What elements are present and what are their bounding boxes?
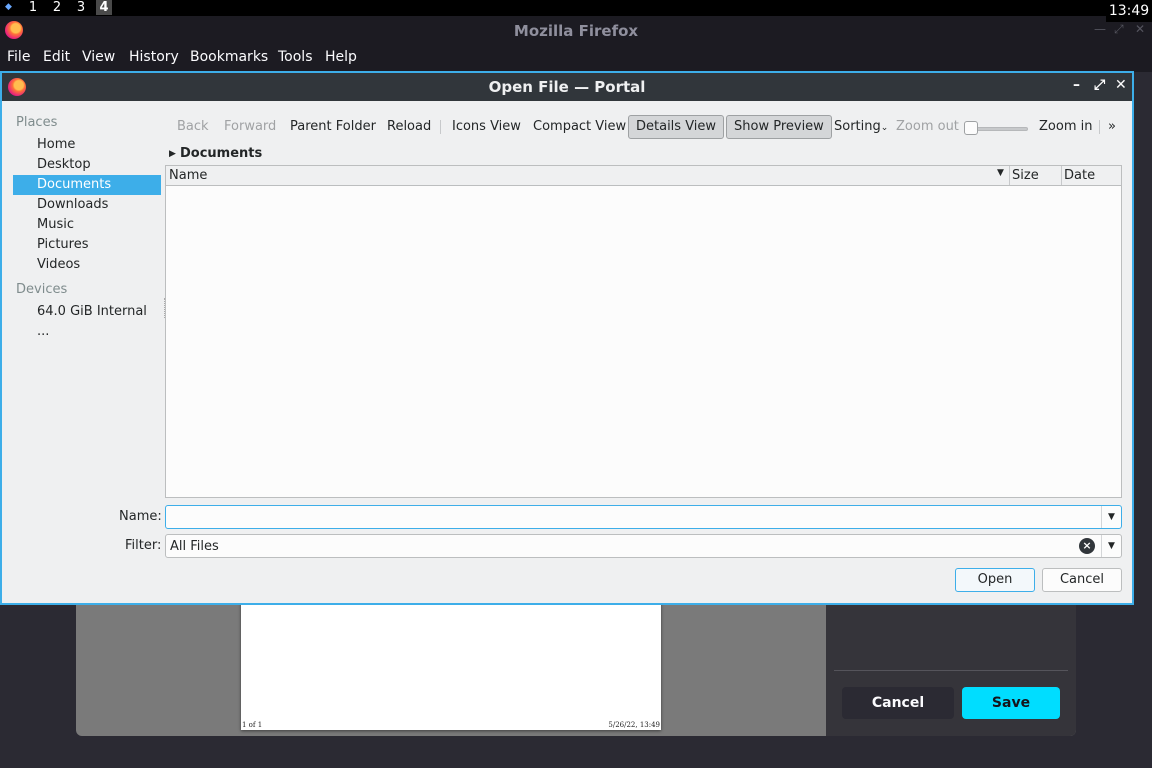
device-internal-drive[interactable]: 64.0 GiB Internal ... xyxy=(13,302,161,339)
more-tools-button[interactable]: » xyxy=(1101,115,1123,139)
place-videos[interactable]: Videos xyxy=(13,255,161,275)
close-icon[interactable]: ✕ xyxy=(1135,22,1145,36)
minimize-icon[interactable]: – xyxy=(1073,77,1080,93)
breadcrumb[interactable]: Documents xyxy=(180,146,262,161)
toolbar-separator xyxy=(1099,120,1100,134)
firefox-window-title: Mozilla Firefox xyxy=(513,22,639,40)
open-file-dialog: Open File — Portal – ⤢ ✕ Places Home Des… xyxy=(0,71,1134,605)
column-name[interactable]: Name xyxy=(166,166,207,186)
filter-combobox[interactable]: × ▼ xyxy=(165,534,1122,558)
column-date[interactable]: Date xyxy=(1061,166,1095,186)
page-footer-right: 5/26/22, 13:49 xyxy=(608,721,660,729)
dialog-titlebar: Open File — Portal – ⤢ ✕ xyxy=(2,73,1132,101)
icons-view-button[interactable]: Icons View xyxy=(445,115,528,139)
name-combobox[interactable]: ▼ xyxy=(165,505,1122,529)
maximize-icon[interactable]: ⤢ xyxy=(1094,77,1105,93)
menu-view[interactable]: View xyxy=(82,49,115,65)
filter-label: Filter: xyxy=(125,538,162,553)
menu-file[interactable]: File xyxy=(7,49,30,65)
chevron-down-icon[interactable]: ▼ xyxy=(1101,506,1121,528)
workspace-3[interactable]: 3 xyxy=(73,0,89,15)
file-list-header: Name ▼ Size Date xyxy=(166,166,1121,186)
zoom-slider-handle[interactable] xyxy=(964,121,978,135)
devices-header: Devices xyxy=(16,282,68,297)
menu-help[interactable]: Help xyxy=(325,49,357,65)
preview-page: 1 of 1 5/26/22, 13:49 xyxy=(241,600,661,730)
column-size[interactable]: Size xyxy=(1009,166,1039,186)
forward-button[interactable]: Forward xyxy=(217,115,283,139)
zoom-in-button[interactable]: Zoom in xyxy=(1032,115,1099,139)
close-icon[interactable]: ✕ xyxy=(1115,77,1127,93)
menu-tools[interactable]: Tools xyxy=(278,49,313,65)
parent-folder-button[interactable]: Parent Folder xyxy=(283,115,383,139)
place-downloads[interactable]: Downloads xyxy=(13,195,161,215)
firefox-menubar: File Edit View History Bookmarks Tools H… xyxy=(0,44,1152,72)
minimize-icon[interactable]: — xyxy=(1094,22,1106,36)
toolbar-separator xyxy=(440,120,441,134)
clock: 13:49 xyxy=(1106,0,1152,22)
places-header: Places xyxy=(16,115,58,130)
name-input[interactable] xyxy=(170,508,1070,526)
menu-bookmarks[interactable]: Bookmarks xyxy=(190,49,268,65)
maximize-icon[interactable]: ⤢ xyxy=(1114,22,1124,37)
file-list[interactable]: Name ▼ Size Date xyxy=(165,165,1122,498)
open-button[interactable]: Open xyxy=(955,568,1035,592)
zoom-slider[interactable] xyxy=(970,127,1028,131)
zoom-out-button[interactable]: Zoom out xyxy=(889,115,966,139)
clear-icon[interactable]: × xyxy=(1079,538,1095,554)
workspace-4[interactable]: 4 xyxy=(96,0,112,15)
cancel-button[interactable]: Cancel xyxy=(1042,568,1122,592)
back-button[interactable]: Back xyxy=(170,115,216,139)
workspace-2[interactable]: 2 xyxy=(49,0,65,15)
reload-button[interactable]: Reload xyxy=(380,115,438,139)
menu-history[interactable]: History xyxy=(129,49,179,65)
chevron-down-icon: ⌄ xyxy=(880,123,889,133)
compact-view-button[interactable]: Compact View xyxy=(526,115,633,139)
sorting-button[interactable]: Sorting⌄ xyxy=(827,115,895,139)
place-pictures[interactable]: Pictures xyxy=(13,235,161,255)
top-panel: ◆ 1 2 3 4 13:49 xyxy=(0,0,1152,22)
divider xyxy=(834,670,1068,671)
place-music[interactable]: Music xyxy=(13,215,161,235)
menu-edit[interactable]: Edit xyxy=(43,49,70,65)
show-preview-button[interactable]: Show Preview xyxy=(726,115,832,139)
sorting-label: Sorting xyxy=(834,119,881,134)
dialog-title: Open File — Portal xyxy=(488,78,646,96)
place-home[interactable]: Home xyxy=(13,135,161,155)
details-view-button[interactable]: Details View xyxy=(628,115,725,139)
print-cancel-button[interactable]: Cancel xyxy=(842,687,954,719)
place-documents[interactable]: Documents xyxy=(13,175,161,195)
expand-arrow-icon[interactable]: ▶ xyxy=(169,149,176,159)
print-save-button[interactable]: Save xyxy=(962,687,1060,719)
workspace-1[interactable]: 1 xyxy=(25,0,41,15)
app-launcher-icon[interactable]: ◆ xyxy=(5,3,12,12)
filter-input[interactable] xyxy=(170,537,1070,555)
chevron-down-icon[interactable]: ▼ xyxy=(1101,535,1121,557)
sort-descending-icon: ▼ xyxy=(997,168,1004,178)
place-desktop[interactable]: Desktop xyxy=(13,155,161,175)
page-footer-left: 1 of 1 xyxy=(242,721,263,729)
name-label: Name: xyxy=(119,509,162,524)
firefox-titlebar: Mozilla Firefox — ⤢ ✕ xyxy=(0,16,1152,44)
